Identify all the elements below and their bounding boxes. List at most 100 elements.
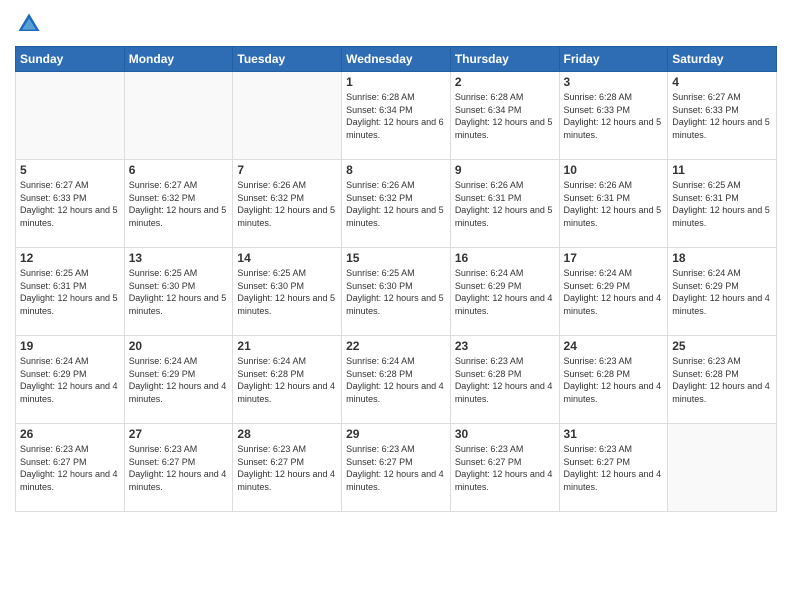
- weekday-header-sunday: Sunday: [16, 47, 125, 72]
- day-info: Sunrise: 6:25 AM Sunset: 6:31 PM Dayligh…: [20, 267, 120, 317]
- day-number: 17: [564, 251, 664, 265]
- calendar-table: SundayMondayTuesdayWednesdayThursdayFrid…: [15, 46, 777, 512]
- calendar-cell: 24 Sunrise: 6:23 AM Sunset: 6:28 PM Dayli…: [559, 336, 668, 424]
- calendar-cell: 16 Sunrise: 6:24 AM Sunset: 6:29 PM Dayli…: [450, 248, 559, 336]
- day-number: 6: [129, 163, 229, 177]
- calendar-cell: 30 Sunrise: 6:23 AM Sunset: 6:27 PM Dayli…: [450, 424, 559, 512]
- day-info: Sunrise: 6:25 AM Sunset: 6:31 PM Dayligh…: [672, 179, 772, 229]
- day-number: 13: [129, 251, 229, 265]
- calendar-cell: 12Sunrise: 6:25 AM Sunset: 6:31 PM Dayli…: [16, 248, 125, 336]
- calendar-cell: 10 Sunrise: 6:26 AM Sunset: 6:31 PM Dayli…: [559, 160, 668, 248]
- day-info: Sunrise: 6:23 AM Sunset: 6:27 PM Dayligh…: [564, 443, 664, 493]
- day-info: Sunrise: 6:25 AM Sunset: 6:30 PM Dayligh…: [129, 267, 229, 317]
- calendar-cell: 21 Sunrise: 6:24 AM Sunset: 6:28 PM Dayli…: [233, 336, 342, 424]
- day-number: 2: [455, 75, 555, 89]
- weekday-header-monday: Monday: [124, 47, 233, 72]
- calendar-cell: 2 Sunrise: 6:28 AM Sunset: 6:34 PM Daylig…: [450, 72, 559, 160]
- day-number: 11: [672, 163, 772, 177]
- calendar-cell: 13 Sunrise: 6:25 AM Sunset: 6:30 PM Dayli…: [124, 248, 233, 336]
- day-info: Sunrise: 6:25 AM Sunset: 6:30 PM Dayligh…: [346, 267, 446, 317]
- day-info: Sunrise: 6:23 AM Sunset: 6:28 PM Dayligh…: [455, 355, 555, 405]
- calendar-cell: [668, 424, 777, 512]
- day-info: Sunrise: 6:26 AM Sunset: 6:31 PM Dayligh…: [564, 179, 664, 229]
- day-number: 27: [129, 427, 229, 441]
- day-number: 28: [237, 427, 337, 441]
- day-number: 29: [346, 427, 446, 441]
- day-number: 5: [20, 163, 120, 177]
- calendar-cell: 20 Sunrise: 6:24 AM Sunset: 6:29 PM Dayli…: [124, 336, 233, 424]
- day-number: 9: [455, 163, 555, 177]
- calendar-cell: 27 Sunrise: 6:23 AM Sunset: 6:27 PM Dayli…: [124, 424, 233, 512]
- calendar-cell: 23 Sunrise: 6:23 AM Sunset: 6:28 PM Dayli…: [450, 336, 559, 424]
- calendar-cell: [233, 72, 342, 160]
- day-number: 30: [455, 427, 555, 441]
- calendar-cell: 18 Sunrise: 6:24 AM Sunset: 6:29 PM Dayli…: [668, 248, 777, 336]
- logo-icon: [15, 10, 43, 38]
- weekday-header-saturday: Saturday: [668, 47, 777, 72]
- calendar-cell: 9 Sunrise: 6:26 AM Sunset: 6:31 PM Daylig…: [450, 160, 559, 248]
- day-number: 25: [672, 339, 772, 353]
- day-info: Sunrise: 6:23 AM Sunset: 6:27 PM Dayligh…: [129, 443, 229, 493]
- day-info: Sunrise: 6:23 AM Sunset: 6:27 PM Dayligh…: [346, 443, 446, 493]
- day-info: Sunrise: 6:28 AM Sunset: 6:33 PM Dayligh…: [564, 91, 664, 141]
- day-info: Sunrise: 6:26 AM Sunset: 6:32 PM Dayligh…: [237, 179, 337, 229]
- calendar-cell: 29 Sunrise: 6:23 AM Sunset: 6:27 PM Dayli…: [342, 424, 451, 512]
- day-number: 21: [237, 339, 337, 353]
- day-number: 26: [20, 427, 120, 441]
- calendar-cell: 17 Sunrise: 6:24 AM Sunset: 6:29 PM Dayli…: [559, 248, 668, 336]
- day-number: 23: [455, 339, 555, 353]
- day-info: Sunrise: 6:27 AM Sunset: 6:33 PM Dayligh…: [672, 91, 772, 141]
- day-info: Sunrise: 6:24 AM Sunset: 6:29 PM Dayligh…: [20, 355, 120, 405]
- week-row-5: 26 Sunrise: 6:23 AM Sunset: 6:27 PM Dayli…: [16, 424, 777, 512]
- day-number: 1: [346, 75, 446, 89]
- calendar-cell: 22Sunrise: 6:24 AM Sunset: 6:28 PM Dayli…: [342, 336, 451, 424]
- day-number: 31: [564, 427, 664, 441]
- calendar-cell: 14Sunrise: 6:25 AM Sunset: 6:30 PM Dayli…: [233, 248, 342, 336]
- day-info: Sunrise: 6:27 AM Sunset: 6:32 PM Dayligh…: [129, 179, 229, 229]
- calendar-cell: 7Sunrise: 6:26 AM Sunset: 6:32 PM Daylig…: [233, 160, 342, 248]
- calendar-cell: [124, 72, 233, 160]
- day-info: Sunrise: 6:23 AM Sunset: 6:27 PM Dayligh…: [20, 443, 120, 493]
- calendar-cell: 3Sunrise: 6:28 AM Sunset: 6:33 PM Daylig…: [559, 72, 668, 160]
- day-info: Sunrise: 6:23 AM Sunset: 6:27 PM Dayligh…: [237, 443, 337, 493]
- header: [15, 10, 777, 38]
- calendar-cell: 8Sunrise: 6:26 AM Sunset: 6:32 PM Daylig…: [342, 160, 451, 248]
- weekday-header-wednesday: Wednesday: [342, 47, 451, 72]
- day-number: 4: [672, 75, 772, 89]
- day-number: 16: [455, 251, 555, 265]
- calendar-cell: 15 Sunrise: 6:25 AM Sunset: 6:30 PM Dayli…: [342, 248, 451, 336]
- calendar-cell: 5 Sunrise: 6:27 AM Sunset: 6:33 PM Daylig…: [16, 160, 125, 248]
- calendar-cell: 1Sunrise: 6:28 AM Sunset: 6:34 PM Daylig…: [342, 72, 451, 160]
- day-info: Sunrise: 6:27 AM Sunset: 6:33 PM Dayligh…: [20, 179, 120, 229]
- day-info: Sunrise: 6:26 AM Sunset: 6:32 PM Dayligh…: [346, 179, 446, 229]
- day-info: Sunrise: 6:25 AM Sunset: 6:30 PM Dayligh…: [237, 267, 337, 317]
- calendar-cell: 26 Sunrise: 6:23 AM Sunset: 6:27 PM Dayli…: [16, 424, 125, 512]
- page: SundayMondayTuesdayWednesdayThursdayFrid…: [0, 0, 792, 612]
- day-number: 10: [564, 163, 664, 177]
- calendar-cell: [16, 72, 125, 160]
- day-number: 20: [129, 339, 229, 353]
- calendar-cell: 31 Sunrise: 6:23 AM Sunset: 6:27 PM Dayli…: [559, 424, 668, 512]
- calendar-cell: 11 Sunrise: 6:25 AM Sunset: 6:31 PM Dayli…: [668, 160, 777, 248]
- day-info: Sunrise: 6:23 AM Sunset: 6:28 PM Dayligh…: [564, 355, 664, 405]
- week-row-1: 1 Sunrise: 6:28 AM Sunset: 6:34 PM Daylig…: [16, 72, 777, 160]
- day-info: Sunrise: 6:23 AM Sunset: 6:27 PM Dayligh…: [455, 443, 555, 493]
- day-number: 19: [20, 339, 120, 353]
- day-info: Sunrise: 6:26 AM Sunset: 6:31 PM Dayligh…: [455, 179, 555, 229]
- weekday-header-tuesday: Tuesday: [233, 47, 342, 72]
- day-info: Sunrise: 6:24 AM Sunset: 6:28 PM Dayligh…: [237, 355, 337, 405]
- logo: [15, 10, 47, 38]
- day-info: Sunrise: 6:28 AM Sunset: 6:34 PM Dayligh…: [455, 91, 555, 141]
- day-info: Sunrise: 6:24 AM Sunset: 6:29 PM Dayligh…: [455, 267, 555, 317]
- day-number: 18: [672, 251, 772, 265]
- day-number: 22: [346, 339, 446, 353]
- day-info: Sunrise: 6:24 AM Sunset: 6:29 PM Dayligh…: [129, 355, 229, 405]
- day-number: 24: [564, 339, 664, 353]
- calendar-cell: 4 Sunrise: 6:27 AM Sunset: 6:33 PM Daylig…: [668, 72, 777, 160]
- day-info: Sunrise: 6:24 AM Sunset: 6:29 PM Dayligh…: [672, 267, 772, 317]
- day-info: Sunrise: 6:24 AM Sunset: 6:29 PM Dayligh…: [564, 267, 664, 317]
- week-row-4: 19 Sunrise: 6:24 AM Sunset: 6:29 PM Dayli…: [16, 336, 777, 424]
- calendar-cell: 19 Sunrise: 6:24 AM Sunset: 6:29 PM Dayli…: [16, 336, 125, 424]
- day-number: 15: [346, 251, 446, 265]
- calendar-cell: 28 Sunrise: 6:23 AM Sunset: 6:27 PM Dayli…: [233, 424, 342, 512]
